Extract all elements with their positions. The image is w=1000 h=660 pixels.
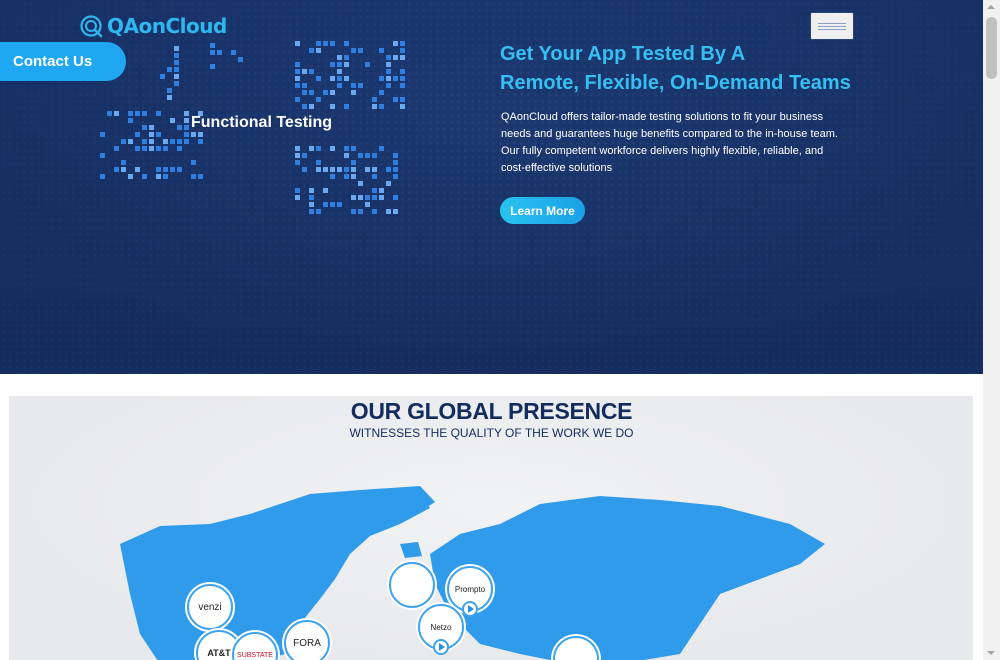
- menu-toggle-button[interactable]: [810, 12, 854, 40]
- hero-description: QAonCloud offers tailor-made testing sol…: [501, 111, 838, 174]
- scroll-up-arrow-icon[interactable]: [987, 5, 995, 9]
- page: QAonCloud Contact Us Functional Testing …: [0, 0, 983, 660]
- play-icon[interactable]: [462, 601, 478, 617]
- page-scrollbar[interactable]: [983, 0, 1000, 660]
- client-logo: AT&T: [207, 648, 231, 658]
- hero-title: Get Your App Tested By A Remote, Flexibl…: [500, 40, 920, 98]
- play-icon[interactable]: [433, 639, 449, 655]
- scroll-thumb[interactable]: [986, 17, 997, 79]
- feature-label: Functional Testing: [191, 114, 333, 131]
- client-logo: SUBSTATE: [237, 651, 273, 659]
- global-presence-section: OUR GLOBAL PRESENCE WITNESSES THE QUALIT…: [0, 374, 983, 660]
- client-logo: Netzo: [430, 622, 452, 632]
- client-bubble[interactable]: [389, 562, 435, 608]
- client-logo: FORA: [293, 637, 321, 649]
- logo[interactable]: QAonCloud: [79, 14, 227, 38]
- logo-text: QAonCloud: [107, 14, 227, 38]
- client-logo: Prompto: [454, 584, 486, 594]
- client-bubble[interactable]: FORA: [284, 620, 330, 660]
- client-logo: venzi: [198, 601, 222, 613]
- hero-title-line2: Remote, Flexible, On-Demand Teams: [500, 72, 851, 94]
- hero-section: QAonCloud Contact Us Functional Testing …: [0, 0, 983, 374]
- section-subtitle: WITNESSES THE QUALITY OF THE WORK WE DO: [349, 426, 634, 440]
- scroll-down-arrow-icon[interactable]: [987, 651, 995, 655]
- qaoncloud-logo-icon: [80, 15, 103, 38]
- hero-title-line1: Get Your App Tested By A: [500, 43, 746, 65]
- section-title: OUR GLOBAL PRESENCE: [350, 398, 633, 424]
- learn-more-button[interactable]: Learn More: [500, 197, 585, 224]
- client-bubble[interactable]: venzi: [187, 584, 233, 630]
